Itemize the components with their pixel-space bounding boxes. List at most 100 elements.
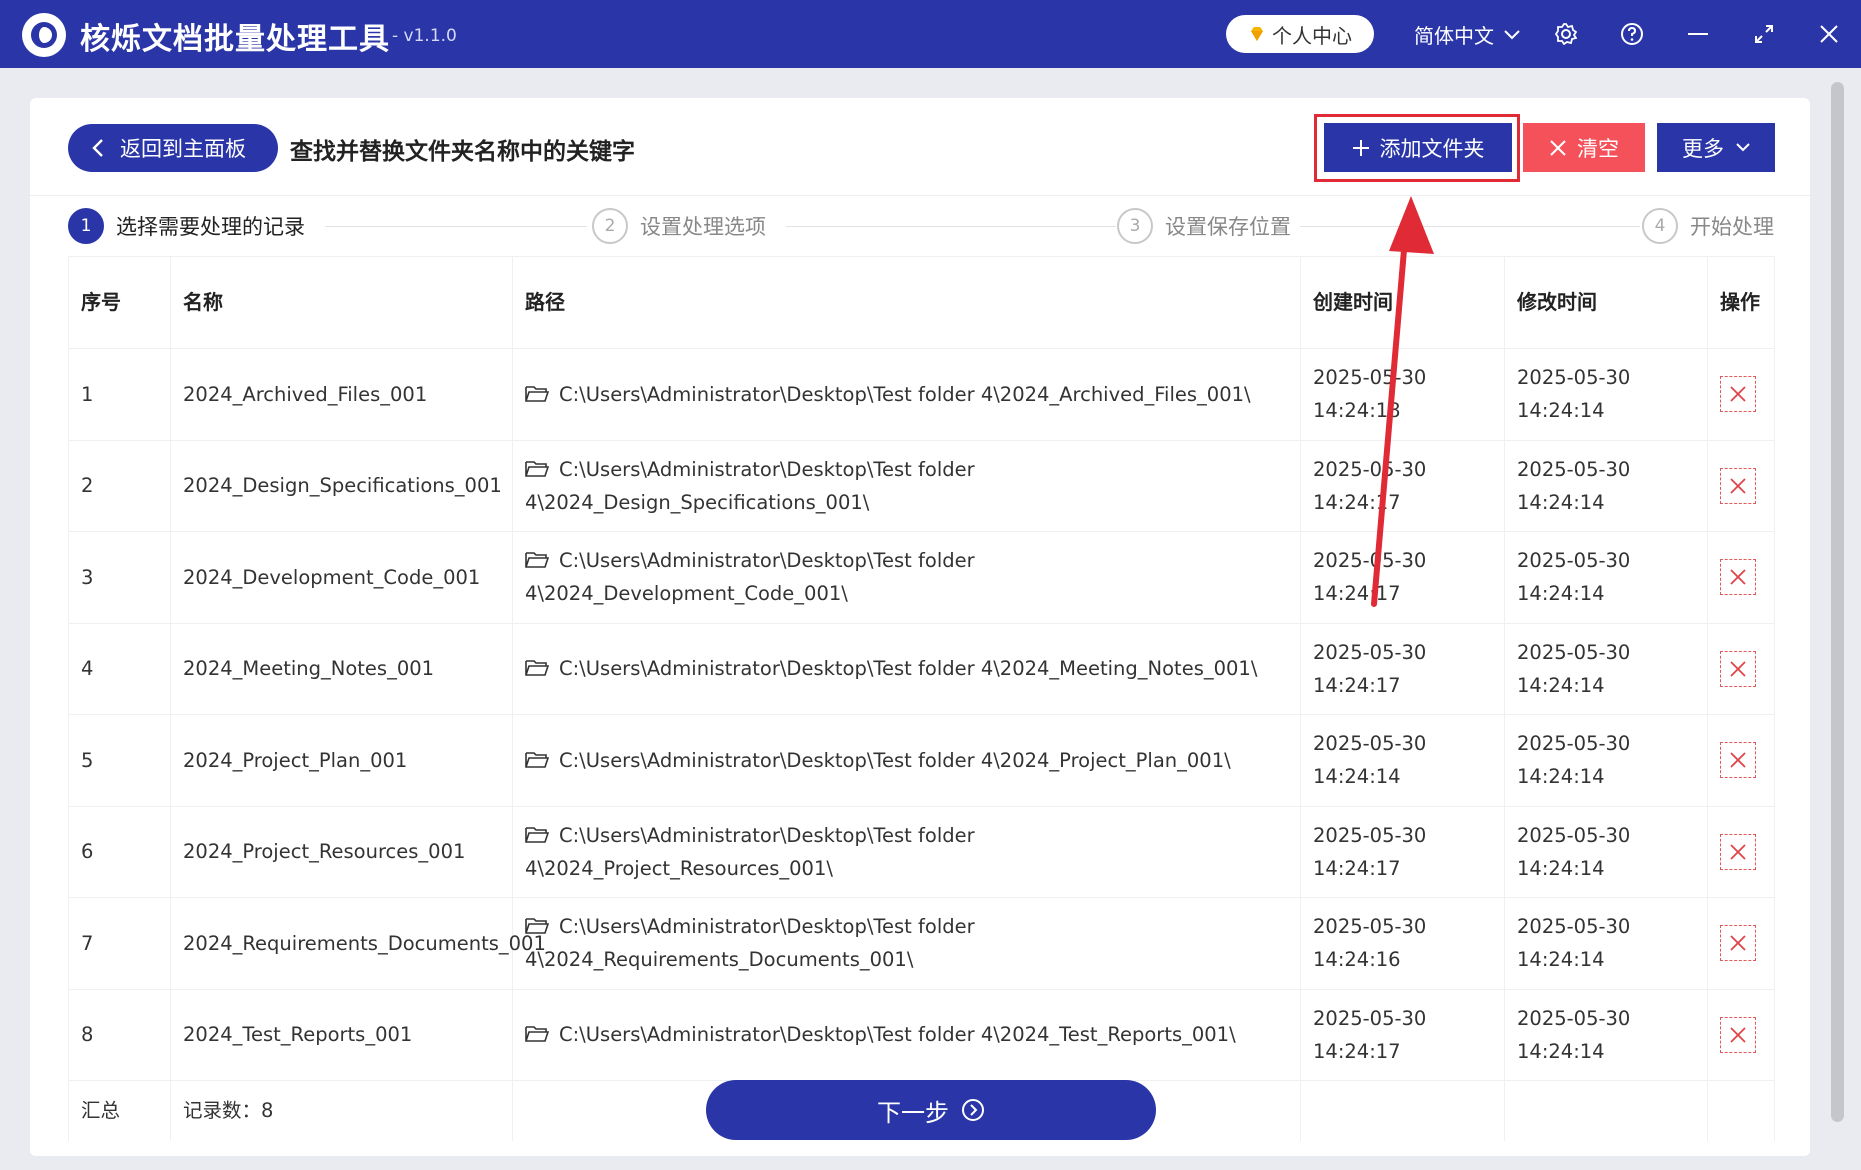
path-text: C:\Users\Administrator\Desktop\Test fold… [525, 457, 975, 514]
chevron-left-icon [92, 139, 103, 157]
cell-action [1707, 439, 1775, 532]
language-label: 简体中文 [1414, 24, 1494, 48]
folder-icon [525, 385, 549, 402]
header-created: 创建时间 [1300, 256, 1505, 349]
cell-action [1707, 714, 1775, 807]
folder-icon [525, 918, 549, 935]
header-path: 路径 [512, 256, 1301, 349]
path-text: C:\Users\Administrator\Desktop\Test fold… [525, 915, 975, 972]
delete-x-icon [1730, 752, 1746, 768]
cell-action [1707, 805, 1775, 898]
cell-name: 2024_Meeting_Notes_001 [170, 622, 513, 715]
delete-row-button[interactable] [1720, 559, 1756, 596]
delete-x-icon [1730, 386, 1746, 402]
cell-path: C:\Users\Administrator\Desktop\Test fold… [512, 897, 1301, 990]
step-number: 2 [592, 208, 628, 244]
close-icon[interactable] [1813, 18, 1845, 50]
cell-name: 2024_Test_Reports_001 [170, 988, 513, 1081]
table-row[interactable]: 7 2024_Requirements_Documents_001 C:\Users… [68, 897, 1775, 990]
delete-row-button[interactable] [1720, 833, 1756, 870]
table-row[interactable]: 6 2024_Project_Resources_001 C:\Users\Admi… [68, 805, 1775, 898]
header-action: 操作 [1707, 256, 1775, 349]
back-to-main-button[interactable]: 返回到主面板 [68, 124, 278, 172]
cell-modified: 2025-05-30 14:24:14 [1504, 897, 1708, 990]
table-row[interactable]: 3 2024_Development_Code_001 C:\Users\Admin… [68, 531, 1775, 624]
step-3: 3 设置保存位置 [1117, 208, 1291, 244]
delete-row-button[interactable] [1720, 925, 1756, 962]
app-logo [22, 13, 66, 57]
minimize-icon[interactable] [1682, 18, 1714, 50]
arrow-circle-right-icon [962, 1099, 984, 1121]
table-row[interactable]: 1 2024_Archived_Files_001 C:\Users\Adminis… [68, 348, 1775, 441]
cell-path: C:\Users\Administrator\Desktop\Test fold… [512, 805, 1301, 898]
folder-icon [525, 552, 549, 569]
delete-row-button[interactable] [1720, 650, 1756, 687]
cell-created: 2025-05-30 14:24:17 [1300, 622, 1505, 715]
cell-modified: 2025-05-30 14:24:14 [1504, 348, 1708, 441]
cell-name: 2024_Archived_Files_001 [170, 348, 513, 441]
cell-name: 2024_Project_Plan_001 [170, 714, 513, 807]
folder-icon [525, 460, 549, 477]
cell-name: 2024_Project_Resources_001 [170, 805, 513, 898]
cell-path: C:\Users\Administrator\Desktop\Test fold… [512, 531, 1301, 624]
cell-index: 1 [68, 348, 171, 441]
settings-icon[interactable] [1550, 18, 1582, 50]
cell-created: 2025-05-30 14:24:18 [1300, 348, 1505, 441]
user-center-button[interactable]: 个人中心 [1226, 15, 1374, 53]
maximize-icon[interactable] [1748, 18, 1780, 50]
cell-index: 4 [68, 622, 171, 715]
header-modified: 修改时间 [1504, 256, 1708, 349]
cell-created: 2025-05-30 14:24:17 [1300, 439, 1505, 532]
table-row[interactable]: 4 2024_Meeting_Notes_001 C:\Users\Administ… [68, 622, 1775, 715]
scrollbar[interactable] [1828, 82, 1846, 1162]
delete-x-icon [1730, 661, 1746, 677]
path-text: C:\Users\Administrator\Desktop\Test fold… [559, 382, 1251, 406]
step-label: 选择需要处理的记录 [116, 215, 305, 239]
language-select[interactable]: 简体中文 [1414, 20, 1520, 49]
vip-gem-icon [1251, 27, 1263, 41]
cell-modified: 2025-05-30 14:24:14 [1504, 439, 1708, 532]
cell-action [1707, 897, 1775, 990]
step-1: 1 选择需要处理的记录 [68, 208, 305, 244]
cell-action [1707, 348, 1775, 441]
cell-name: 2024_Development_Code_001 [170, 531, 513, 624]
delete-row-button[interactable] [1720, 742, 1756, 779]
cell-name: 2024_Design_Specifications_001 [170, 439, 513, 532]
cell-modified: 2025-05-30 14:24:14 [1504, 805, 1708, 898]
path-text: C:\Users\Administrator\Desktop\Test fold… [525, 823, 975, 880]
delete-row-button[interactable] [1720, 376, 1756, 413]
delete-x-icon [1730, 935, 1746, 951]
more-button[interactable]: 更多 [1657, 123, 1775, 172]
path-text: C:\Users\Administrator\Desktop\Test fold… [559, 748, 1231, 772]
table-row[interactable]: 2 2024_Design_Specifications_001 C:\Users\… [68, 439, 1775, 532]
delete-x-icon [1730, 1027, 1746, 1043]
clear-button[interactable]: 清空 [1523, 123, 1645, 172]
cell-created: 2025-05-30 14:24:17 [1300, 988, 1505, 1081]
cell-modified: 2025-05-30 14:24:14 [1504, 988, 1708, 1081]
clear-label: 清空 [1577, 136, 1619, 161]
header-divider [30, 195, 1810, 196]
help-icon[interactable] [1616, 18, 1648, 50]
chevron-down-icon [1504, 29, 1520, 39]
scrollbar-thumb[interactable] [1831, 82, 1844, 1122]
next-step-label: 下一步 [877, 1098, 949, 1127]
folder-icon [525, 1026, 549, 1043]
cell-modified: 2025-05-30 14:24:14 [1504, 622, 1708, 715]
cell-action [1707, 622, 1775, 715]
cell-index: 2 [68, 439, 171, 532]
delete-row-button[interactable] [1720, 467, 1756, 504]
cell-action [1707, 988, 1775, 1081]
add-folder-button[interactable]: 添加文件夹 [1324, 123, 1512, 172]
folder-icon [525, 660, 549, 677]
cell-created: 2025-05-30 14:24:14 [1300, 714, 1505, 807]
page-title: 查找并替换文件夹名称中的关键字 [290, 139, 635, 165]
step-connector [325, 226, 587, 227]
step-2: 2 设置处理选项 [592, 208, 766, 244]
cell-modified: 2025-05-30 14:24:14 [1504, 531, 1708, 624]
table-row[interactable]: 8 2024_Test_Reports_001 C:\Users\Administr… [68, 988, 1775, 1081]
step-label: 设置保存位置 [1165, 215, 1291, 239]
table-row[interactable]: 5 2024_Project_Plan_001 C:\Users\Administr… [68, 714, 1775, 807]
app-version: - v1.1.0 [392, 26, 457, 46]
next-step-button[interactable]: 下一步 [706, 1080, 1156, 1140]
delete-row-button[interactable] [1720, 1016, 1756, 1053]
